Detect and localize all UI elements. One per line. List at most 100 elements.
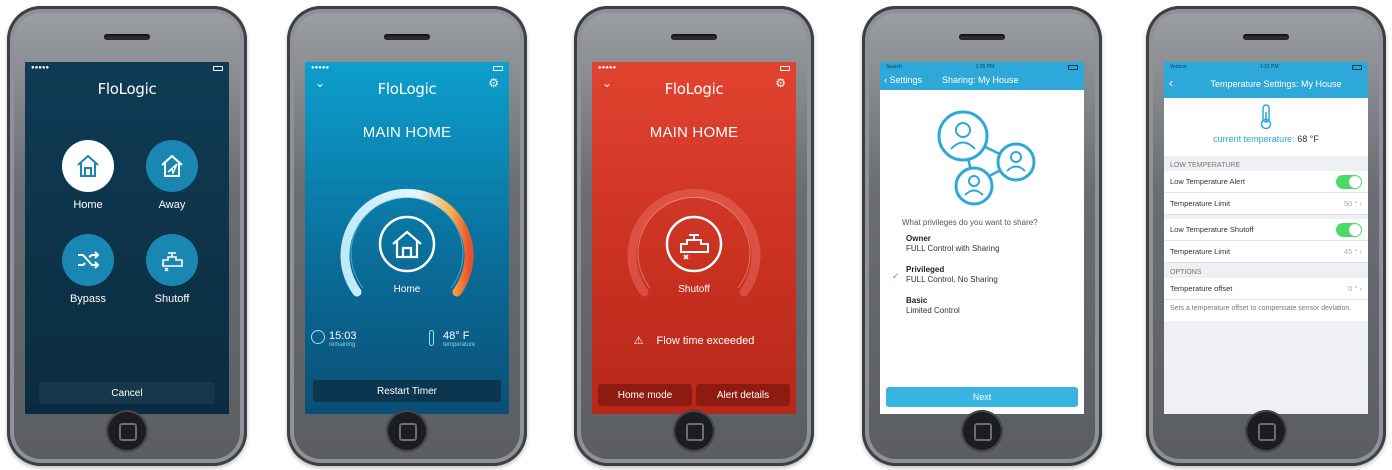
- temperature-readout: 48° F temperature: [429, 330, 476, 348]
- row-temperature-limit-value: 50 °: [1343, 199, 1358, 208]
- alert-message: ⚠ Flow time exceeded: [592, 334, 796, 347]
- chevron-right-icon: ›: [1359, 284, 1363, 293]
- privilege-question: What privileges do you want to share?: [902, 218, 1038, 227]
- back-button[interactable]: ‹ Settings: [884, 75, 922, 85]
- earpiece: [1243, 34, 1289, 40]
- row-temperature-limit-value: 45 °: [1343, 247, 1358, 256]
- gear-icon[interactable]: ⚙: [488, 76, 499, 90]
- stopwatch-icon: [311, 330, 325, 344]
- back-label: Settings: [889, 75, 923, 85]
- sharing-users-icon: [937, 110, 1036, 206]
- offset-note: Sets a temperature offset to compensate …: [1164, 300, 1368, 321]
- carrier-label: Search: [886, 64, 902, 70]
- gear-icon[interactable]: ⚙: [775, 76, 786, 90]
- navigation-bar: Verizon 1:31 PM ‹ Temperature Settings: …: [1164, 62, 1368, 98]
- temperature-caption: temperature: [443, 342, 476, 348]
- status-bar: Verizon 1:31 PM: [1164, 62, 1368, 72]
- alert-text: Flow time exceeded: [656, 335, 755, 347]
- row-temperature-limit-label: Temperature Limit: [1170, 247, 1231, 256]
- cancel-button[interactable]: Cancel: [39, 382, 215, 404]
- low-temperature-alert-toggle[interactable]: [1336, 174, 1362, 189]
- shuffle-icon: [62, 234, 114, 286]
- battery-icon: [493, 65, 503, 71]
- low-temperature-shutoff-toggle[interactable]: [1336, 222, 1362, 237]
- top-bar: ⌄ FloLogic ⚙: [592, 74, 796, 100]
- earpiece: [384, 34, 430, 40]
- current-temperature-label: current temperature:: [1213, 134, 1295, 144]
- section-low-temperature: LOW TEMPERATURE: [1170, 162, 1241, 169]
- mode-label: Home: [393, 284, 421, 295]
- row-temperature-offset[interactable]: Temperature offset 0 ° ›: [1164, 278, 1368, 300]
- next-button[interactable]: Next: [886, 387, 1078, 407]
- phone-mode-select: ●●●●● FloLogic Home Away Bypass Shutoff …: [7, 6, 247, 466]
- option-basic[interactable]: Basic Limited Control: [906, 296, 960, 316]
- status-bar: ●●●●●: [25, 62, 229, 74]
- phone-temperature-settings: Verizon 1:31 PM ‹ Temperature Settings: …: [1146, 6, 1386, 466]
- battery-icon: [1068, 64, 1078, 70]
- home-hardware-button[interactable]: [106, 410, 148, 452]
- warning-icon: ⚠: [633, 335, 644, 347]
- app-logo: FloLogic: [664, 80, 724, 98]
- valve-shutoff-icon: [146, 234, 198, 286]
- location-title: MAIN HOME: [362, 124, 452, 141]
- battery-icon: [213, 65, 223, 71]
- thermometer-icon: [1260, 104, 1272, 130]
- current-temperature: current temperature: 68 °F: [1164, 134, 1368, 144]
- screen-mode-select: ●●●●● FloLogic Home Away Bypass Shutoff …: [25, 62, 229, 414]
- restart-timer-button[interactable]: Restart Timer: [313, 380, 501, 402]
- row-temperature-limit-alert[interactable]: Temperature Limit 50 ° ›: [1164, 193, 1368, 215]
- location-title: MAIN HOME: [649, 124, 739, 141]
- row-low-temperature-shutoff[interactable]: Low Temperature Shutoff: [1164, 219, 1368, 241]
- mode-away-button[interactable]: Away: [137, 140, 207, 211]
- home-hardware-button[interactable]: [961, 410, 1003, 452]
- current-temperature-panel: current temperature: 68 °F: [1164, 98, 1368, 156]
- home-hardware-button[interactable]: [386, 410, 428, 452]
- battery-icon: [780, 65, 790, 71]
- mode-shutoff-button[interactable]: Shutoff: [137, 234, 207, 305]
- app-logo: FloLogic: [377, 80, 437, 98]
- option-basic-name: Basic: [906, 296, 928, 305]
- status-bar: ●●●●●: [305, 62, 509, 74]
- away-icon: [146, 140, 198, 192]
- home-hardware-button[interactable]: [1245, 410, 1287, 452]
- app-screens-showcase: ●●●●● FloLogic Home Away Bypass Shutoff …: [0, 0, 1392, 470]
- battery-icon: [1352, 64, 1362, 70]
- earpiece: [959, 34, 1005, 40]
- temperature-value: 48° F: [443, 330, 470, 342]
- option-privileged[interactable]: Privileged FULL Control, No Sharing: [906, 265, 998, 285]
- home-mode-button[interactable]: Home mode: [598, 384, 692, 406]
- row-low-temperature-alert-label: Low Temperature Alert: [1170, 177, 1245, 186]
- mode-bypass-button[interactable]: Bypass: [53, 234, 123, 305]
- status-time: 1:31 PM: [1260, 64, 1279, 70]
- row-temperature-offset-label: Temperature offset: [1170, 284, 1233, 293]
- home-icon: [62, 140, 114, 192]
- status-time: 1:26 PM: [975, 64, 995, 70]
- screen-sharing: Search 1:26 PM ‹ Settings Sharing: My Ho…: [880, 62, 1084, 414]
- mode-home-label: Home: [73, 199, 103, 211]
- screen-temperature-settings: Verizon 1:31 PM ‹ Temperature Settings: …: [1164, 62, 1368, 414]
- chevron-right-icon: ›: [1359, 247, 1363, 256]
- phone-shutoff-alert: ●●●●● ⌄ FloLogic ⚙ MAIN HOME Shutoff ⚠ F…: [574, 6, 814, 466]
- nav-title: Temperature Settings: My House: [1210, 79, 1342, 89]
- option-owner[interactable]: Owner FULL Control with Sharing: [906, 234, 1000, 254]
- row-temperature-offset-value: 0 °: [1348, 284, 1358, 293]
- top-bar: ⌄ FloLogic ⚙: [305, 74, 509, 100]
- home-hardware-button[interactable]: [673, 410, 715, 452]
- mode-away-label: Away: [158, 199, 186, 211]
- mode-bypass-label: Bypass: [69, 293, 107, 305]
- status-bar: Search 1:26 PM: [880, 62, 1084, 72]
- alert-details-button[interactable]: Alert details: [696, 384, 790, 406]
- checkmark-icon: ✓: [892, 271, 900, 281]
- mode-home-button[interactable]: Home: [53, 140, 123, 211]
- current-temperature-value: 68 °F: [1297, 134, 1319, 144]
- option-basic-desc: Limited Control: [906, 306, 960, 315]
- mode-shutoff-label: Shutoff: [154, 293, 190, 305]
- screen-main-home: ●●●●● ⌄ FloLogic ⚙ MAIN HOME Home 15:03 …: [305, 62, 509, 414]
- status-bar: ●●●●●: [592, 62, 796, 74]
- row-low-temperature-alert[interactable]: Low Temperature Alert: [1164, 171, 1368, 193]
- timer-value: 15:03: [329, 330, 357, 342]
- option-owner-name: Owner: [906, 234, 931, 243]
- section-options: OPTIONS: [1170, 269, 1202, 276]
- row-temperature-limit-shutoff[interactable]: Temperature Limit 45 ° ›: [1164, 241, 1368, 263]
- earpiece: [671, 34, 717, 40]
